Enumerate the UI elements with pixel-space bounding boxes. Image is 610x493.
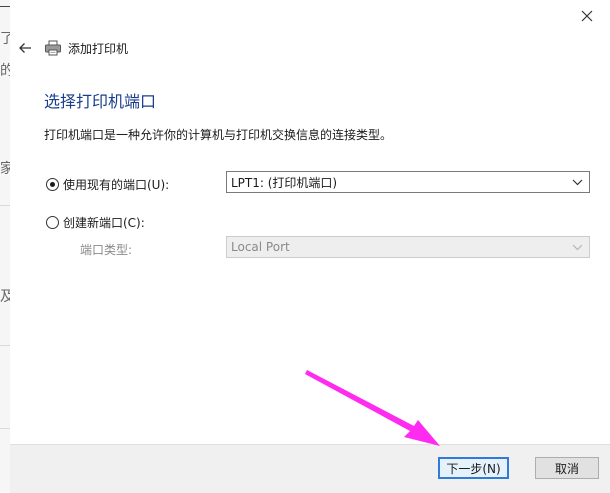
- dialog-footer: 下一步(N) 取消: [10, 444, 610, 493]
- chevron-down-icon: [572, 179, 583, 186]
- close-button[interactable]: [572, 3, 602, 29]
- next-button[interactable]: 下一步(N): [438, 457, 509, 479]
- radio-unselected-indicator: [46, 216, 59, 229]
- chevron-down-icon: [572, 244, 583, 251]
- radio-selected-indicator: [46, 178, 59, 191]
- port-type-label: 端口类型:: [80, 243, 133, 257]
- existing-port-dropdown[interactable]: LPT1: (打印机端口): [226, 171, 590, 193]
- dialog-header: 添加打印机: [14, 38, 128, 58]
- add-printer-dialog: 添加打印机 选择打印机端口 打印机端口是一种允许你的计算机与打印机交换信息的连接…: [10, 0, 610, 493]
- background-divider: [0, 205, 10, 206]
- port-type-value: Local Port: [231, 240, 290, 254]
- close-icon: [581, 10, 593, 22]
- background-text: 及: [0, 289, 10, 305]
- back-arrow-icon: [19, 43, 31, 53]
- create-new-port-label: 创建新端口(C):: [63, 216, 145, 230]
- use-existing-port-label: 使用现有的端口(U):: [63, 178, 170, 192]
- background-divider: [0, 345, 10, 346]
- printer-icon: [44, 39, 62, 57]
- create-new-port-radio[interactable]: 创建新端口(C):: [46, 214, 145, 231]
- background-window-edge: [0, 6, 10, 7]
- background-text: 的: [0, 63, 10, 79]
- page-description: 打印机端口是一种允许你的计算机与打印机交换信息的连接类型。: [44, 128, 393, 142]
- existing-port-value: LPT1: (打印机端口): [231, 175, 338, 190]
- use-existing-port-radio[interactable]: 使用现有的端口(U):: [46, 176, 169, 193]
- page-title: 选择打印机端口: [44, 92, 157, 111]
- background-text: 家: [0, 161, 10, 177]
- background-text: 了: [0, 31, 10, 47]
- background-divider: [0, 428, 10, 429]
- cancel-button[interactable]: 取消: [535, 457, 599, 479]
- port-type-dropdown: Local Port: [226, 236, 590, 258]
- back-button[interactable]: [14, 38, 36, 58]
- dialog-header-title: 添加打印机: [68, 41, 129, 56]
